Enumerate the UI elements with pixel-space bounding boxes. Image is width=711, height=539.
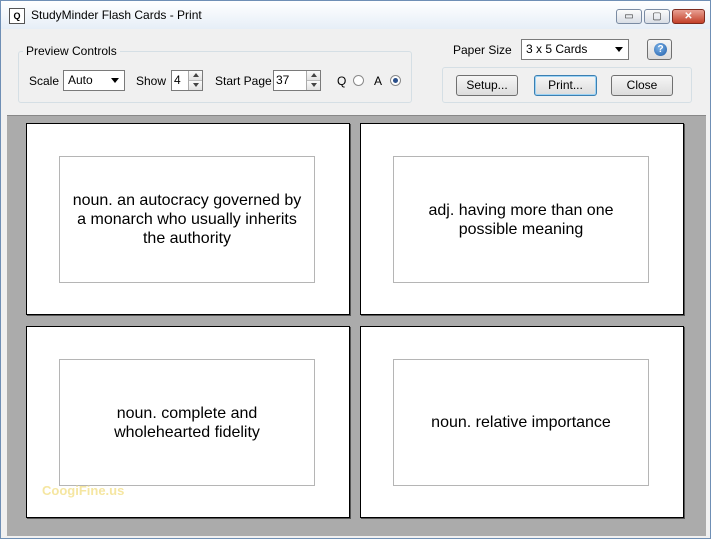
show-up-arrow-icon[interactable]: [189, 71, 202, 81]
scale-value: Auto: [68, 73, 93, 87]
title-bar[interactable]: Q StudyMinder Flash Cards - Print ▭ ▢ ✕: [1, 1, 710, 29]
show-down-arrow-icon[interactable]: [189, 81, 202, 90]
paper-size-label: Paper Size: [453, 43, 512, 57]
card-text: noun. an autocracy governed by a monarch…: [72, 192, 302, 247]
start-page-label: Start Page: [215, 74, 272, 88]
start-page-up-arrow-icon[interactable]: [307, 71, 320, 81]
start-page-value: 37: [276, 73, 290, 87]
watermark: CoogiFine.us: [42, 483, 125, 498]
radio-a[interactable]: [390, 75, 401, 86]
scale-label: Scale: [29, 74, 60, 88]
window-title: StudyMinder Flash Cards - Print: [31, 8, 202, 22]
paper-size-select[interactable]: 3 x 5 Cards: [521, 39, 629, 60]
radio-q-label: Q: [337, 74, 347, 88]
print-window: Q StudyMinder Flash Cards - Print ▭ ▢ ✕ …: [0, 0, 711, 539]
maximize-button[interactable]: ▢: [644, 9, 670, 24]
card-text: noun. complete and wholehearted fidelity: [114, 404, 260, 441]
show-value: 4: [174, 73, 181, 87]
close-window-button[interactable]: ✕: [672, 9, 705, 24]
help-icon: ?: [654, 43, 667, 56]
chevron-down-icon: [615, 47, 623, 52]
start-page-stepper[interactable]: 37: [273, 70, 321, 91]
minimize-button[interactable]: ▭: [616, 9, 642, 24]
radio-a-label: A: [374, 74, 383, 88]
preview-controls-title: Preview Controls: [23, 44, 120, 58]
preview-area[interactable]: noun. an autocracy governed by a monarch…: [7, 115, 706, 536]
flash-card-1: noun. an autocracy governed by a monarch…: [26, 123, 350, 315]
setup-button[interactable]: Setup...: [456, 75, 518, 96]
radio-q[interactable]: [353, 75, 364, 86]
card-text: adj. having more than one possible meani…: [428, 201, 614, 238]
paper-size-value: 3 x 5 Cards: [526, 42, 588, 56]
print-button[interactable]: Print...: [534, 75, 597, 96]
show-stepper[interactable]: 4: [171, 70, 203, 91]
start-page-down-arrow-icon[interactable]: [307, 81, 320, 90]
flash-card-2: adj. having more than one possible meani…: [360, 123, 684, 315]
show-label: Show: [136, 74, 167, 88]
help-button[interactable]: ?: [647, 39, 672, 60]
flash-card-4: noun. relative importance: [360, 326, 684, 518]
card-text: noun. relative importance: [431, 414, 611, 431]
scale-select[interactable]: Auto: [63, 70, 125, 91]
chevron-down-icon: [111, 78, 119, 83]
close-button[interactable]: Close: [611, 75, 673, 96]
app-icon[interactable]: Q: [9, 8, 25, 24]
